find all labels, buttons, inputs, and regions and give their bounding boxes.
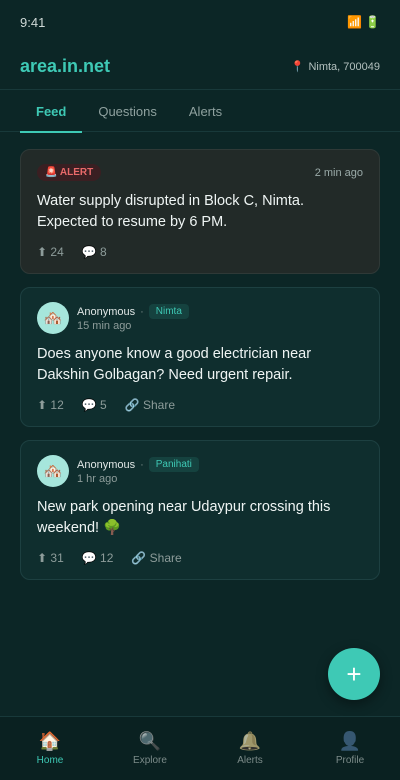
share-button[interactable]: 🔗 Share <box>125 398 175 412</box>
tab-bar: Feed Questions Alerts <box>0 90 400 133</box>
nav-alerts[interactable]: 🔔 Alerts <box>210 731 290 766</box>
profile-icon: 👤 <box>338 731 362 751</box>
status-icons: 📶 🔋 <box>347 15 380 29</box>
share-button[interactable]: 🔗 Share <box>131 551 181 565</box>
separator-dot: · <box>140 305 144 318</box>
tab-questions[interactable]: Questions <box>82 90 173 132</box>
avatar: 🏘️ <box>37 302 69 334</box>
bell-icon: 🔔 <box>238 731 262 751</box>
status-time: 9:41 <box>20 14 46 30</box>
new-post-button[interactable]: + <box>328 648 380 700</box>
nav-profile[interactable]: 👤 Profile <box>310 731 390 766</box>
location-selector[interactable]: 📍 Nimta, 700049 <box>290 60 380 74</box>
upvote-button[interactable]: ⬆ 12 <box>37 398 64 412</box>
author-name: Anonymous <box>77 305 136 318</box>
post-card[interactable]: 🏘️ Anonymous · Panihati 1 hr ago New par… <box>20 440 380 580</box>
nav-profile-label: Profile <box>335 755 365 766</box>
app-header: area.in.net 📍 Nimta, 700049 <box>0 44 400 90</box>
app-brand[interactable]: area.in.net <box>20 56 110 77</box>
post-stats: ⬆ 31 💬 12 🔗 Share <box>37 551 363 565</box>
author-line: Anonymous · Panihati <box>77 457 199 472</box>
author-name: Anonymous <box>77 458 136 471</box>
avatar: 🏘️ <box>37 455 69 487</box>
post-author-row: 🏘️ Anonymous · Nimta 15 min ago <box>37 302 363 334</box>
area-tag[interactable]: Nimta <box>148 304 189 319</box>
post-stats: ⬆ 12 💬 5 🔗 Share <box>37 398 363 412</box>
bottom-nav: 🏠 Home 🔍 Explore 🔔 Alerts 👤 Profile <box>0 716 400 780</box>
author-line: Anonymous · Nimta <box>77 304 189 319</box>
post-time: 15 min ago <box>77 320 132 332</box>
alert-card-header: 🚨 ALERT 2 min ago <box>37 164 363 181</box>
comment-button[interactable]: 💬 8 <box>82 245 107 259</box>
alert-badge: 🚨 ALERT <box>37 164 102 181</box>
post-card[interactable]: 🏘️ Anonymous · Nimta 15 min ago Does any… <box>20 287 380 427</box>
home-icon: 🏠 <box>38 731 62 751</box>
post-text: New park opening near Udaypur crossing t… <box>37 499 331 536</box>
nav-explore-label: Explore <box>133 755 167 766</box>
alert-stats: ⬆ 24 💬 8 <box>37 245 363 259</box>
status-bar: 9:41 📶 🔋 <box>0 0 400 44</box>
alert-time: 2 min ago <box>314 166 363 179</box>
comment-button[interactable]: 💬 5 <box>82 398 107 412</box>
alert-text: Water supply disrupted in Block C, Nimta… <box>37 193 305 230</box>
comment-button[interactable]: 💬 12 <box>82 551 114 565</box>
search-icon: 🔍 <box>138 731 162 751</box>
post-author-row: 🏘️ Anonymous · Panihati 1 hr ago <box>37 455 363 487</box>
nav-home-label: Home <box>36 755 64 766</box>
nav-explore[interactable]: 🔍 Explore <box>110 731 190 766</box>
post-time: 1 hr ago <box>77 473 118 485</box>
nav-home[interactable]: 🏠 Home <box>10 731 90 766</box>
location-label: Nimta, 700049 <box>308 60 380 73</box>
post-text: Does anyone know a good electrician near… <box>37 346 312 383</box>
author-meta: Anonymous · Nimta 15 min ago <box>77 304 189 332</box>
tab-feed[interactable]: Feed <box>20 90 83 133</box>
battery-icon: 🔋 <box>365 15 380 29</box>
location-pin-icon: 📍 <box>290 61 305 73</box>
alert-card[interactable]: 🚨 ALERT 2 min ago Water supply disrupted… <box>20 149 380 274</box>
tab-alerts[interactable]: Alerts <box>173 90 238 132</box>
signal-icon: 📶 <box>347 15 363 29</box>
separator-dot: · <box>140 458 144 471</box>
upvote-button[interactable]: ⬆ 31 <box>37 551 64 565</box>
author-meta: Anonymous · Panihati 1 hr ago <box>77 457 199 485</box>
nav-alerts-label: Alerts <box>237 755 263 766</box>
area-tag[interactable]: Panihati <box>148 457 199 472</box>
upvote-button[interactable]: ⬆ 24 <box>37 245 64 259</box>
feed-list: 🚨 ALERT 2 min ago Water supply disrupted… <box>0 132 400 580</box>
